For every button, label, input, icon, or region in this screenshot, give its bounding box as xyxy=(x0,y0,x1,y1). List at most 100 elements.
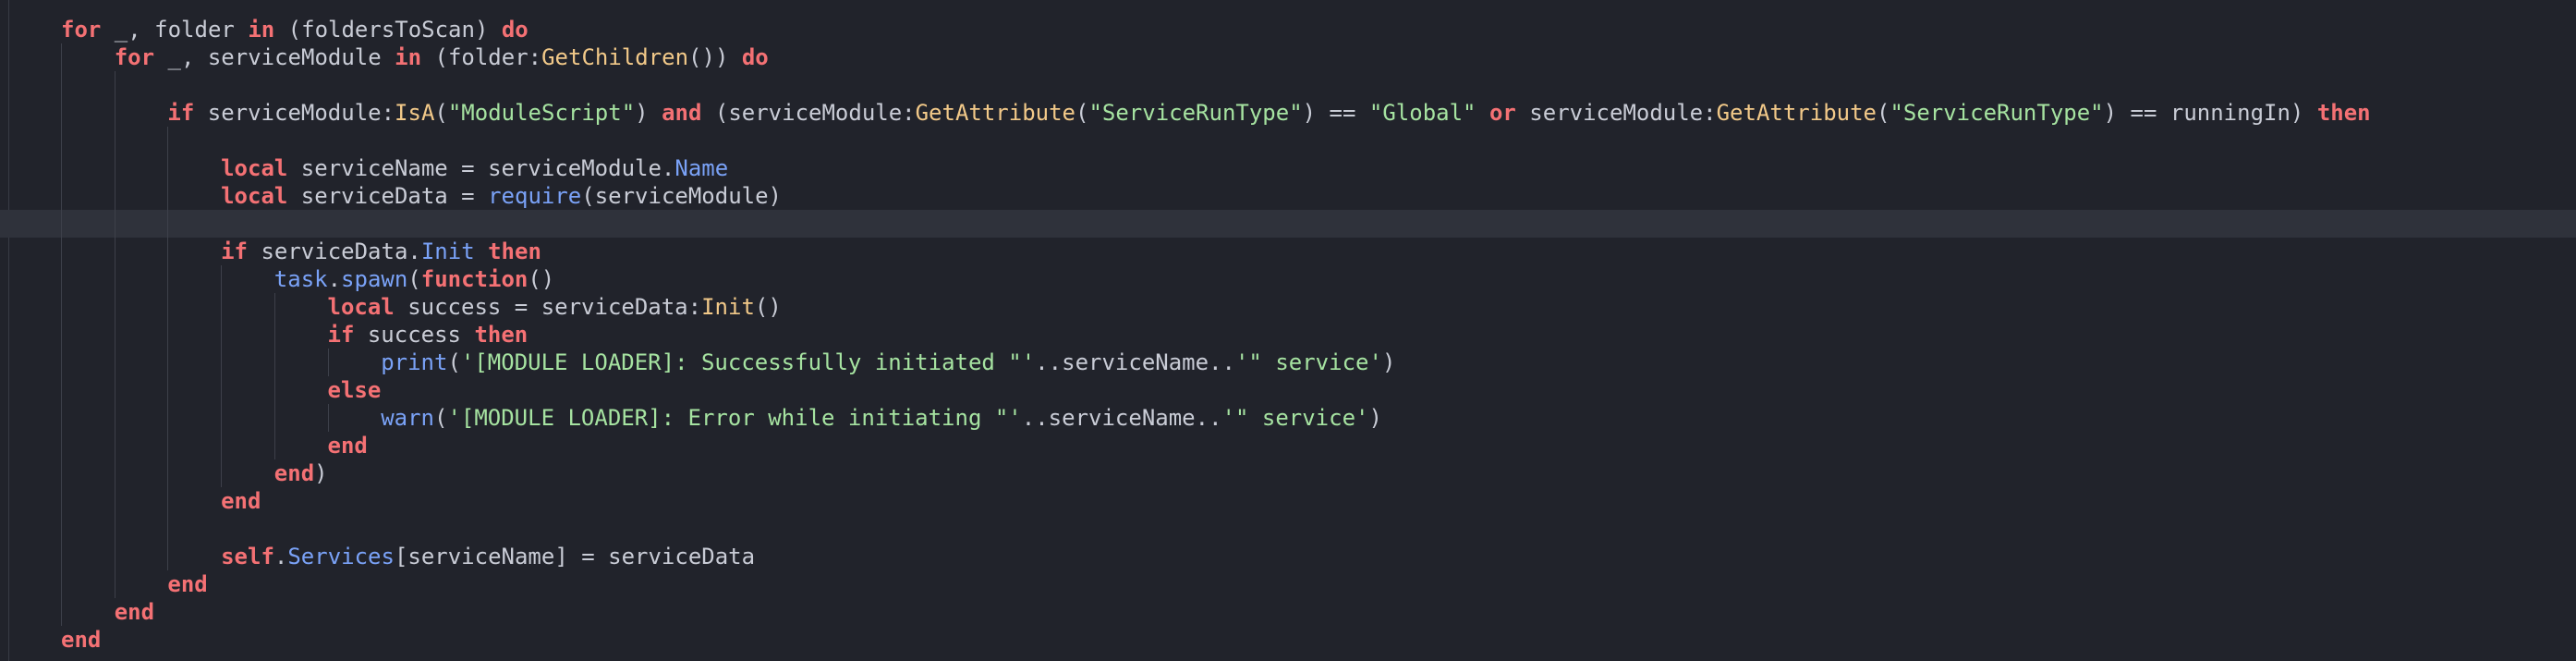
code-line[interactable]: end xyxy=(0,432,2576,459)
code-line[interactable]: local serviceName = serviceModule.Name xyxy=(0,154,2576,182)
text-token: ( xyxy=(407,266,421,292)
code-text: end xyxy=(328,432,368,459)
code-text: local serviceName = serviceModule.Name xyxy=(221,154,728,182)
indent-guide xyxy=(61,515,62,543)
code-text: end xyxy=(115,598,154,626)
code-line[interactable]: if serviceData.Init then xyxy=(0,238,2576,265)
keyword-token: or xyxy=(1488,100,1516,126)
code-line[interactable]: end xyxy=(0,626,2576,654)
code-line[interactable] xyxy=(0,515,2576,543)
text-token: _, serviceModule xyxy=(154,44,395,70)
keyword-token: end xyxy=(327,433,368,459)
code-text: warn('[MODULE LOADER]: Error while initi… xyxy=(381,404,1382,432)
keyword-token: for xyxy=(114,44,155,70)
function-token: GetAttribute xyxy=(915,100,1075,126)
code-line[interactable]: self.Services[serviceName] = serviceData xyxy=(0,543,2576,570)
text-token: serviceModule: xyxy=(1515,100,1717,126)
text-token: serviceName xyxy=(1062,349,1209,375)
text-token: . xyxy=(273,544,288,569)
indent-guide xyxy=(221,265,223,293)
text-token: .. xyxy=(1209,349,1235,375)
indent-guide xyxy=(221,459,223,487)
code-line[interactable] xyxy=(0,127,2576,154)
function-token: IsA xyxy=(395,100,435,126)
code-text: if success then xyxy=(328,321,529,349)
indent-guide xyxy=(167,154,169,182)
text-token: (foldersToScan) xyxy=(274,17,502,43)
code-line[interactable]: if success then xyxy=(0,321,2576,349)
text-token: ( xyxy=(434,100,448,126)
property-token: require xyxy=(488,183,582,209)
code-line[interactable] xyxy=(0,71,2576,99)
keyword-token: end xyxy=(221,488,261,514)
text-token: ) == runningIn) xyxy=(2103,100,2317,126)
code-text: else xyxy=(328,376,382,404)
keyword-token: end xyxy=(61,627,102,653)
keyword-token: then xyxy=(488,239,541,264)
indent-guide xyxy=(167,238,169,265)
indent-guide xyxy=(221,293,223,321)
code-line[interactable]: local serviceData = require(serviceModul… xyxy=(0,182,2576,210)
code-line[interactable]: local success = serviceData:Init() xyxy=(0,293,2576,321)
string-token: '" service' xyxy=(1221,405,1369,431)
indent-guide xyxy=(61,265,62,293)
indent-guide xyxy=(273,376,275,404)
keyword-token: end xyxy=(273,460,315,486)
code-text: end xyxy=(61,626,101,654)
code-line[interactable]: end) xyxy=(0,459,2576,487)
indent-guide xyxy=(167,376,169,404)
text-token: .. xyxy=(1021,405,1049,431)
indent-guide xyxy=(61,404,62,432)
code-line[interactable]: print('[MODULE LOADER]: Successfully ini… xyxy=(0,349,2576,376)
indent-guide xyxy=(273,404,275,432)
indent-guide xyxy=(167,127,169,154)
code-text: end) xyxy=(274,459,328,487)
function-token: Init xyxy=(701,294,755,320)
code-line[interactable]: warn('[MODULE LOADER]: Error while initi… xyxy=(0,404,2576,432)
indent-guide xyxy=(327,404,329,432)
code-line[interactable]: else xyxy=(0,376,2576,404)
string-token: '" service' xyxy=(1234,349,1382,375)
indent-guide xyxy=(167,487,169,515)
text-token: ( xyxy=(433,405,448,431)
indent-guide xyxy=(167,210,169,238)
text-token: [serviceName] = serviceData xyxy=(394,544,756,569)
code-line[interactable]: if serviceModule:IsA("ModuleScript") and… xyxy=(0,99,2576,127)
code-line[interactable]: end xyxy=(0,598,2576,626)
text-token: () xyxy=(528,266,555,292)
indent-guide xyxy=(61,238,62,265)
indent-guide xyxy=(167,543,169,570)
keyword-token: local xyxy=(221,155,288,181)
indent-guide xyxy=(167,404,169,432)
code-line[interactable]: end xyxy=(0,570,2576,598)
indent-guide xyxy=(167,459,169,487)
keyword-token: in xyxy=(248,17,275,43)
code-line[interactable]: for _, serviceModule in (folder:GetChild… xyxy=(0,43,2576,71)
text-token: serviceData. xyxy=(248,239,421,264)
text-token: serviceData = xyxy=(287,183,489,209)
indent-guide xyxy=(167,349,169,376)
code-editor[interactable]: for _, folder in (foldersToScan) do for _… xyxy=(0,0,2576,661)
property-token: warn xyxy=(381,405,434,431)
code-line[interactable]: for _, folder in (foldersToScan) do xyxy=(0,16,2576,43)
indent-guide xyxy=(167,432,169,459)
text-token: _, folder xyxy=(101,17,249,43)
text-token: serviceName xyxy=(1048,405,1196,431)
indent-guide xyxy=(61,154,62,182)
indent-guide xyxy=(61,459,62,487)
indent-guide xyxy=(167,321,169,349)
code-line[interactable]: end xyxy=(0,487,2576,515)
code-line[interactable]: task.spawn(function() xyxy=(0,265,2576,293)
code-text: for _, folder in (foldersToScan) do xyxy=(61,16,529,43)
keyword-token: self xyxy=(221,544,274,569)
indent-guide xyxy=(273,349,275,376)
text-token: success xyxy=(354,322,475,348)
code-line-current[interactable] xyxy=(0,210,2576,238)
indent-guide xyxy=(61,210,62,238)
indent-guide xyxy=(61,127,62,154)
code-text: for _, serviceModule in (folder:GetChild… xyxy=(115,43,769,71)
string-token: "ServiceRunType" xyxy=(1088,100,1303,126)
text-token: ( xyxy=(1876,100,1890,126)
text-token: ( xyxy=(447,349,461,375)
